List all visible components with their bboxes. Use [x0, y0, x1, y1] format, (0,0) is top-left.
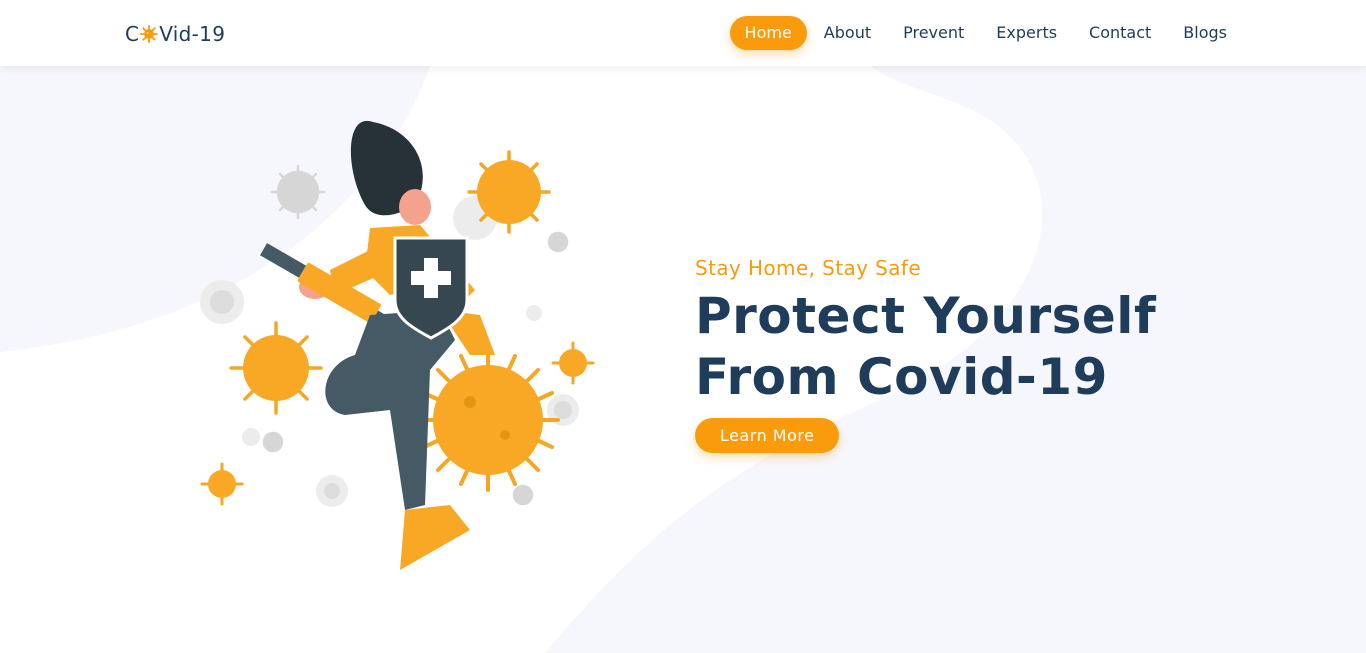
headline-line-1: Protect Yourself [695, 287, 1157, 345]
hero-tagline: Stay Home, Stay Safe [695, 256, 922, 280]
top-navbar: C Vid-19 Home About Prevent Experts Cont… [0, 0, 1366, 66]
hero-text-block: Stay Home, Stay Safe Protect Yourself Fr… [695, 256, 1156, 453]
headline-line-2: From Covid-19 [695, 348, 1108, 406]
orange-virus-small-right [551, 341, 595, 385]
orange-virus-large [416, 348, 560, 492]
logo-suffix: Vid-19 [159, 22, 226, 46]
virus-icon [140, 25, 159, 43]
orange-virus-top [467, 150, 551, 234]
orange-virus-left [229, 321, 323, 415]
site-logo[interactable]: C Vid-19 [125, 20, 225, 48]
nav-experts[interactable]: Experts [981, 16, 1072, 50]
main-nav: Home About Prevent Experts Contact Blogs [728, 16, 1242, 50]
hero-headline: Protect Yourself From Covid-19 [695, 286, 1156, 408]
hero-illustration [200, 120, 595, 570]
nav-contact[interactable]: Contact [1074, 16, 1166, 50]
nav-home[interactable]: Home [729, 16, 807, 50]
learn-more-button[interactable]: Learn More [695, 418, 840, 453]
nav-blogs[interactable]: Blogs [1168, 16, 1242, 50]
nav-about[interactable]: About [809, 16, 886, 50]
logo-prefix: C [125, 22, 140, 46]
nav-prevent[interactable]: Prevent [888, 16, 979, 50]
orange-virus-small-left [200, 462, 244, 506]
